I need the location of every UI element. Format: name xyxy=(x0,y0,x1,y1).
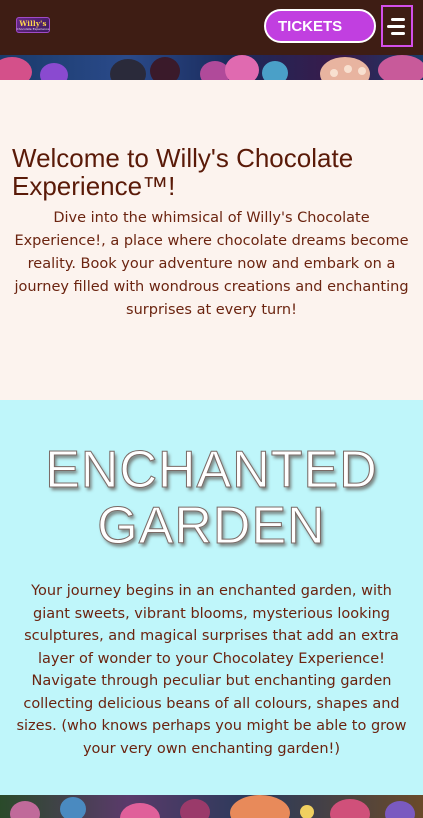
enchanted-garden-section: ENCHANTED GARDEN Your journey begins in … xyxy=(0,400,423,795)
menu-line xyxy=(391,31,405,35)
logo-subtitle: Chocolate Experience xyxy=(16,26,50,31)
welcome-section: Welcome to Willy's Chocolate Experience™… xyxy=(0,80,423,400)
logo-title: Willy's xyxy=(19,18,47,28)
garden-description: Your journey begins in an enchanted gard… xyxy=(16,583,407,757)
hamburger-menu-icon[interactable] xyxy=(381,5,413,47)
site-header: Willy's Chocolate Experience TICKETS xyxy=(0,0,423,55)
fantasy-banner-image-top xyxy=(0,55,423,80)
menu-line xyxy=(387,24,405,28)
tickets-button[interactable]: TICKETS xyxy=(264,9,376,43)
welcome-title: Welcome to Willy's Chocolate Experience™… xyxy=(12,143,354,201)
menu-line xyxy=(391,17,405,21)
fantasy-banner-image-bottom xyxy=(0,795,423,818)
garden-title: ENCHANTED GARDEN xyxy=(45,441,378,555)
site-logo[interactable]: Willy's Chocolate Experience xyxy=(16,17,50,33)
welcome-description: Dive into the whimsical of Willy's Choco… xyxy=(14,210,409,318)
